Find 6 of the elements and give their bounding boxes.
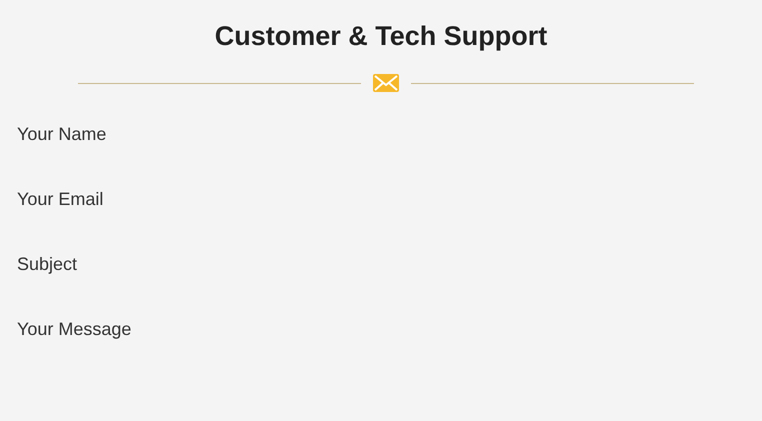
field-label: Your Name	[17, 124, 106, 144]
envelope-icon	[373, 74, 399, 92]
field-label: Your Message	[17, 319, 132, 339]
page-title: Customer & Tech Support	[214, 20, 548, 53]
field-label: Your Email	[17, 189, 104, 209]
field-label: Subject	[17, 254, 78, 274]
